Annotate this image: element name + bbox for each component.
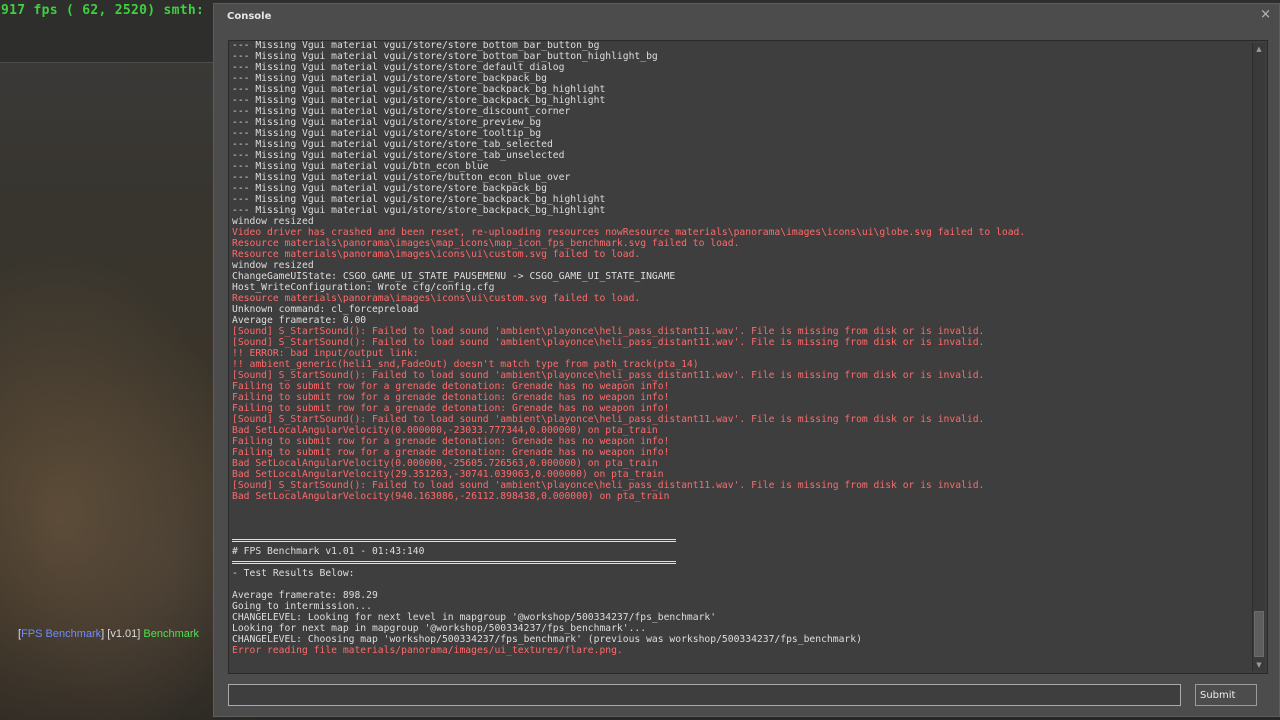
log-line: [Sound] S_StartSound(): Failed to load s… [232,370,985,381]
log-line: --- Missing Vgui material vgui/store/sto… [232,95,606,106]
fps-counter: 917 fps ( 62, 2520) smth: 1 [1,3,221,18]
log-line: --- Missing Vgui material vgui/store/sto… [232,73,547,84]
benchmark-tag: [FPS Benchmark] [v1.01] Benchmark [18,628,199,640]
log-line: --- Missing Vgui material vgui/store/sto… [232,128,542,139]
log-line: --- Missing Vgui material vgui/btn_econ_… [232,161,489,172]
log-line: --- Missing Vgui material vgui/store/sto… [232,51,658,62]
log-line: !! ambient_generic(heli1_snd,FadeOut) do… [232,359,699,370]
log-line: Failing to submit row for a grenade deto… [232,381,670,392]
log-line: [Sound] S_StartSound(): Failed to load s… [232,480,985,491]
close-icon[interactable]: × [1260,7,1271,22]
scroll-thumb[interactable] [1254,611,1264,657]
log-line: Looking for next map in mapgroup '@works… [232,623,647,634]
log-line: Unknown command: cl_forcepreload [232,304,419,315]
log-line [232,502,1247,513]
log-line: window resized [232,260,314,271]
log-line: --- Missing Vgui material vgui/store/sto… [232,117,542,128]
command-input[interactable] [228,684,1181,706]
scroll-up-icon[interactable]: ▲ [1254,44,1264,54]
log-line: --- Missing Vgui material vgui/store/sto… [232,84,606,95]
tag-bracket-close: ] [137,628,141,640]
log-line: Bad SetLocalAngularVelocity(940.163086,-… [232,491,670,502]
tag-version: v1.01 [110,628,138,640]
log-line: Bad SetLocalAngularVelocity(0.000000,-23… [232,425,658,436]
console-log[interactable]: --- Missing Vgui material vgui/store/sto… [228,40,1268,674]
console-title: Console [227,11,272,22]
log-line: Host_WriteConfiguration: Wrote cfg/confi… [232,282,495,293]
scroll-down-icon[interactable]: ▼ [1254,660,1264,670]
log-line: --- Missing Vgui material vgui/store/sto… [232,139,553,150]
console-window[interactable]: Console × --- Missing Vgui material vgui… [213,3,1280,717]
log-line: Failing to submit row for a grenade deto… [232,392,670,403]
log-line: --- Missing Vgui material vgui/store/sto… [232,194,606,205]
log-line: window resized [232,216,314,227]
log-line: --- Missing Vgui material vgui/store/sto… [232,205,606,216]
log-line: --- Missing Vgui material vgui/store/sto… [232,150,565,161]
log-line: [Sound] S_StartSound(): Failed to load s… [232,414,985,425]
log-line: --- Missing Vgui material vgui/store/sto… [232,106,571,117]
log-divider [232,535,1247,546]
log-line: Failing to submit row for a grenade deto… [232,447,670,458]
log-line: Failing to submit row for a grenade deto… [232,403,670,414]
log-line: --- Missing Vgui material vgui/store/sto… [232,183,547,194]
log-line: [Sound] S_StartSound(): Failed to load s… [232,337,985,348]
log-line: Video driver has crashed and been reset,… [232,227,1026,238]
log-line: ChangeGameUIState: CSGO_GAME_UI_STATE_PA… [232,271,676,282]
log-line: --- Missing Vgui material vgui/store/sto… [232,40,600,51]
log-line: CHANGELEVEL: Looking for next level in m… [232,612,717,623]
log-line: - Test Results Below: [232,568,355,579]
log-lines: --- Missing Vgui material vgui/store/sto… [232,40,1247,656]
log-line: # FPS Benchmark v1.01 - 01:43:140 [232,546,425,557]
log-line: CHANGELEVEL: Choosing map 'workshop/5003… [232,634,862,645]
log-line: Resource materials\panorama\images\icons… [232,249,641,260]
log-line [232,513,1247,524]
scrollbar[interactable]: ▲ ▼ [1252,43,1265,671]
log-line: Error reading file materials/panorama/im… [232,645,623,656]
log-line: Going to intermission... [232,601,372,612]
log-line: --- Missing Vgui material vgui/store/but… [232,172,571,183]
log-line: Average framerate: 0.00 [232,315,367,326]
tag-mode: Benchmark [143,628,200,640]
log-line [232,524,1247,535]
submit-button[interactable]: Submit [1195,684,1257,706]
log-line: Resource materials\panorama\images\map_i… [232,238,740,249]
log-line [232,579,1247,590]
tag-map-name: FPS Benchmark [21,628,102,640]
log-line: !! ERROR: bad input/output link: [232,348,419,359]
log-line: Resource materials\panorama\images\icons… [232,293,641,304]
log-line: Average framerate: 898.29 [232,590,378,601]
log-line: Bad SetLocalAngularVelocity(0.000000,-25… [232,458,658,469]
tag-bracket-mid: ] [ [101,628,111,640]
log-line: Failing to submit row for a grenade deto… [232,436,670,447]
log-line: Bad SetLocalAngularVelocity(29.351263,-3… [232,469,664,480]
log-line: [Sound] S_StartSound(): Failed to load s… [232,326,985,337]
log-line: --- Missing Vgui material vgui/store/sto… [232,62,565,73]
log-divider [232,557,1247,568]
hud-divider [0,62,215,63]
